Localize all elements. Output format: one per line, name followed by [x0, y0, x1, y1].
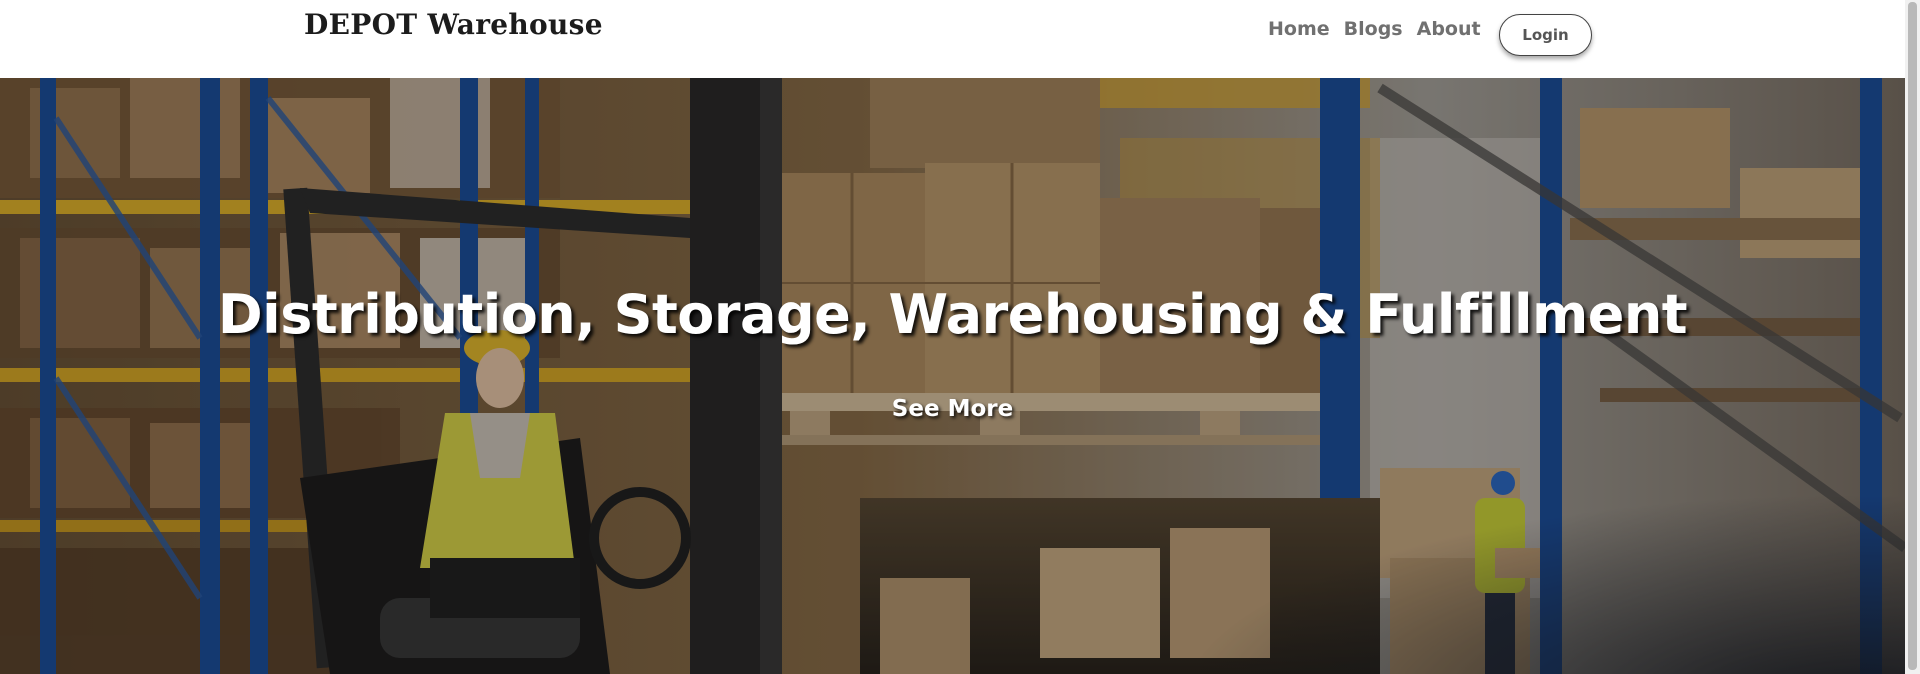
- see-more-button[interactable]: See More: [886, 394, 1019, 424]
- hero-banner: Distribution, Storage, Warehousing & Ful…: [0, 78, 1905, 674]
- hero-title: Distribution, Storage, Warehousing & Ful…: [217, 283, 1688, 346]
- brand-logo-text[interactable]: DEPOT Warehouse: [304, 8, 603, 41]
- hero-overlay: [0, 78, 1905, 674]
- nav-link-home[interactable]: Home: [1268, 18, 1330, 40]
- scrollbar-thumb[interactable]: [1908, 2, 1917, 670]
- nav-link-blogs[interactable]: Blogs: [1344, 18, 1403, 40]
- top-navbar: DEPOT Warehouse Home Blogs About Login: [0, 0, 1905, 78]
- login-button[interactable]: Login: [1499, 14, 1592, 56]
- page: DEPOT Warehouse Home Blogs About Login D…: [0, 0, 1905, 674]
- hero-cta-wrapper: See More: [0, 394, 1905, 424]
- nav-link-about[interactable]: About: [1417, 18, 1481, 40]
- page-scrollbar[interactable]: [1905, 0, 1920, 674]
- nav-links: Home Blogs About: [1268, 18, 1481, 40]
